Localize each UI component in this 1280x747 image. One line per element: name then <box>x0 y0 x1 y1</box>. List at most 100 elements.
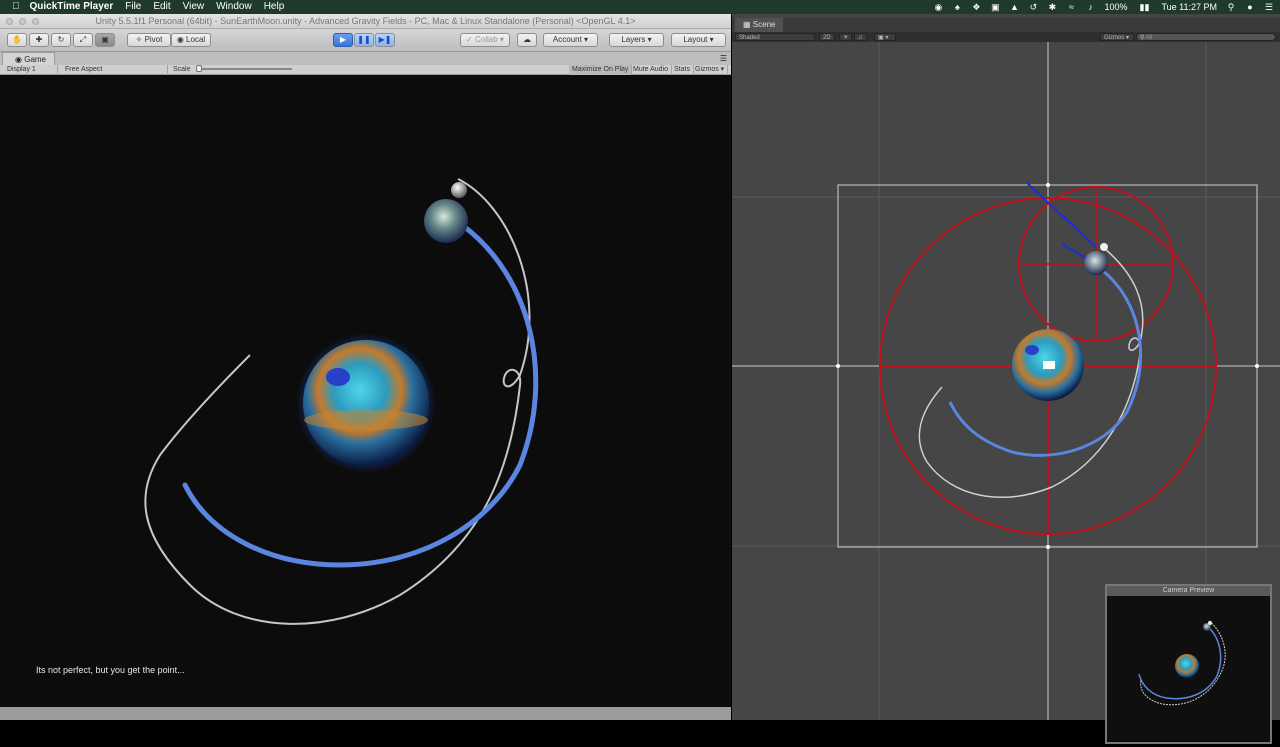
game-view[interactable]: Its not perfect, but you get the point..… <box>0 75 731 707</box>
shading-dropdown[interactable]: Shaded <box>735 33 815 41</box>
pivot-icon: ✧ <box>135 35 143 44</box>
layers-dropdown[interactable]: Layers ▾ <box>609 33 664 47</box>
menu-app-name[interactable]: QuickTime Player <box>30 0 114 14</box>
central-planet <box>303 340 429 466</box>
upload-icon[interactable]: ▲ <box>1009 2 1019 12</box>
menu-bar:  QuickTime Player File Edit View Window… <box>0 0 1280 14</box>
scene-gizmos-dropdown[interactable]: Gizmos ▾ <box>1100 33 1134 41</box>
collab-dropdown[interactable]: ✓ Collab ▾ <box>460 33 510 47</box>
2d-label: 2D <box>823 35 831 41</box>
game-gizmos-dropdown[interactable]: Gizmos ▾ <box>692 65 729 75</box>
local-label: Local <box>186 35 206 44</box>
game-render <box>144 178 539 625</box>
game-tab-bar: ◉ Game ☰ <box>0 52 731 65</box>
pause-button[interactable]: ❚❚ <box>354 33 374 47</box>
planet-band <box>304 410 428 430</box>
scene-search-input[interactable]: ⚲ All <box>1136 33 1276 41</box>
tab-menu-icon[interactable]: ☰ <box>720 52 727 65</box>
user-avatar-icon[interactable]: ● <box>1245 2 1255 12</box>
scene-planet-spot <box>1025 345 1039 355</box>
search-placeholder: All <box>1145 35 1153 41</box>
camera-preview-render <box>1138 620 1226 706</box>
moon <box>451 182 467 198</box>
scene-tab-bar: ▦ Scene <box>732 18 1280 32</box>
display-dropdown[interactable]: Display 1 <box>4 65 58 75</box>
spotlight-search-icon[interactable]: ⚲ <box>1226 2 1236 12</box>
menu-edit[interactable]: Edit <box>153 0 170 14</box>
game-tab-label: Game <box>24 55 47 64</box>
scene-grid-icon: ▦ <box>743 20 751 29</box>
stats-label: Stats <box>674 66 690 73</box>
aspect-dropdown[interactable]: Free Aspect <box>62 65 168 75</box>
scene-window: ▦ Scene Shaded 2D ☀ ♫ ▣ ▾ Gizmos ▾ ⚲ All <box>732 14 1280 744</box>
stats-toggle[interactable]: Stats <box>671 65 694 75</box>
unity-window: Unity 5.5.1f1 Personal (64bit) - SunEart… <box>0 14 731 720</box>
audio-toggle[interactable]: ♫ <box>854 33 867 41</box>
camera-preview-panel: Camera Preview <box>1105 584 1272 744</box>
effects-dropdown[interactable]: ▣ ▾ <box>874 33 896 41</box>
account-dropdown[interactable]: Account ▾ <box>543 33 598 47</box>
menu-help[interactable]: Help <box>264 0 285 14</box>
check-icon: ✓ <box>466 35 473 44</box>
wifi-icon[interactable]: ≈ <box>1066 2 1076 12</box>
bluetooth-icon[interactable]: ✱ <box>1047 2 1057 12</box>
battery-icon[interactable]: ▮▮ <box>1136 2 1152 12</box>
sun-icon: ☀ <box>843 35 849 41</box>
lighting-toggle[interactable]: ☀ <box>839 33 853 41</box>
step-button[interactable]: ▶❚ <box>375 33 395 47</box>
account-label: Account <box>552 35 582 44</box>
maximize-on-play-toggle[interactable]: Maximize On Play <box>569 65 633 75</box>
rect-icon: ▣ <box>101 35 109 44</box>
scene-tab-label: Scene <box>752 20 776 29</box>
rotate-tool-button[interactable]: ↻ <box>51 33 71 47</box>
menu-clock[interactable]: Tue 11:27 PM <box>1161 2 1217 12</box>
menu-file[interactable]: File <box>125 0 141 14</box>
scale-tool-button[interactable]: ⤢ <box>73 33 93 47</box>
menu-window[interactable]: Window <box>216 0 252 14</box>
dropbox-icon[interactable]: ❖ <box>971 2 981 12</box>
menu-view[interactable]: View <box>183 0 205 14</box>
scale-track[interactable] <box>196 65 293 73</box>
unity-toolbar: ✋ ✚ ↻ ⤢ ▣ ✧ Pivot ◉ Local ▶ ❚❚ ▶❚ ✓ Coll… <box>0 29 731 52</box>
pause-icon: ❚❚ <box>357 35 371 44</box>
scene-pivot-handle[interactable] <box>1043 361 1055 369</box>
camera-preview-title: Camera Preview <box>1107 586 1270 596</box>
search-icon: ⚲ <box>1140 35 1145 41</box>
2d-toggle[interactable]: 2D <box>819 33 835 41</box>
layout-dropdown[interactable]: Layout ▾ <box>671 33 726 47</box>
apple-icon[interactable]:  <box>12 0 20 14</box>
minimize-window-button[interactable] <box>19 18 26 25</box>
orbiting-planet <box>424 199 468 243</box>
finder-icon[interactable]: ▣ <box>990 2 1000 12</box>
scale-thumb[interactable] <box>196 65 203 73</box>
layout-label: Layout <box>683 35 708 44</box>
record-icon[interactable]: ◉ <box>933 2 943 12</box>
image-icon: ▣ <box>878 35 884 41</box>
status-bar <box>0 707 731 720</box>
layers-label: Layers <box>621 35 646 44</box>
tab-game[interactable]: ◉ Game <box>2 52 56 65</box>
volume-icon[interactable]: ♪ <box>1085 2 1095 12</box>
zoom-window-button[interactable] <box>32 18 39 25</box>
collab-label: Collab <box>475 35 498 44</box>
tab-scene[interactable]: ▦ Scene <box>735 18 784 32</box>
time-machine-icon[interactable]: ↺ <box>1028 2 1038 12</box>
scale-label: Scale <box>173 66 191 73</box>
bell-icon[interactable]: ♠ <box>952 2 962 12</box>
rect-tool-button[interactable]: ▣ <box>95 33 115 47</box>
close-window-button[interactable] <box>6 18 13 25</box>
aspect-label: Free Aspect <box>65 66 103 73</box>
cloud-button[interactable]: ☁ <box>517 33 537 47</box>
window-title: Unity 5.5.1f1 Personal (64bit) - SunEart… <box>95 16 636 26</box>
move-tool-button[interactable]: ✚ <box>29 33 49 47</box>
mute-audio-toggle[interactable]: Mute Audio <box>630 65 673 75</box>
notification-center-icon[interactable]: ☰ <box>1264 2 1274 12</box>
scale-slider[interactable]: Scale 1x <box>170 65 300 83</box>
game-view-toolbar: Display 1 Free Aspect Scale 1x Maximize … <box>0 65 731 83</box>
pivot-label: Pivot <box>144 35 163 44</box>
local-toggle-button[interactable]: ◉ Local <box>171 33 211 47</box>
play-button[interactable]: ▶ <box>333 33 353 47</box>
pivot-toggle-button[interactable]: ✧ Pivot <box>127 33 171 47</box>
hand-tool-button[interactable]: ✋ <box>7 33 27 47</box>
scene-view[interactable]: Camera Preview <box>732 42 1280 744</box>
